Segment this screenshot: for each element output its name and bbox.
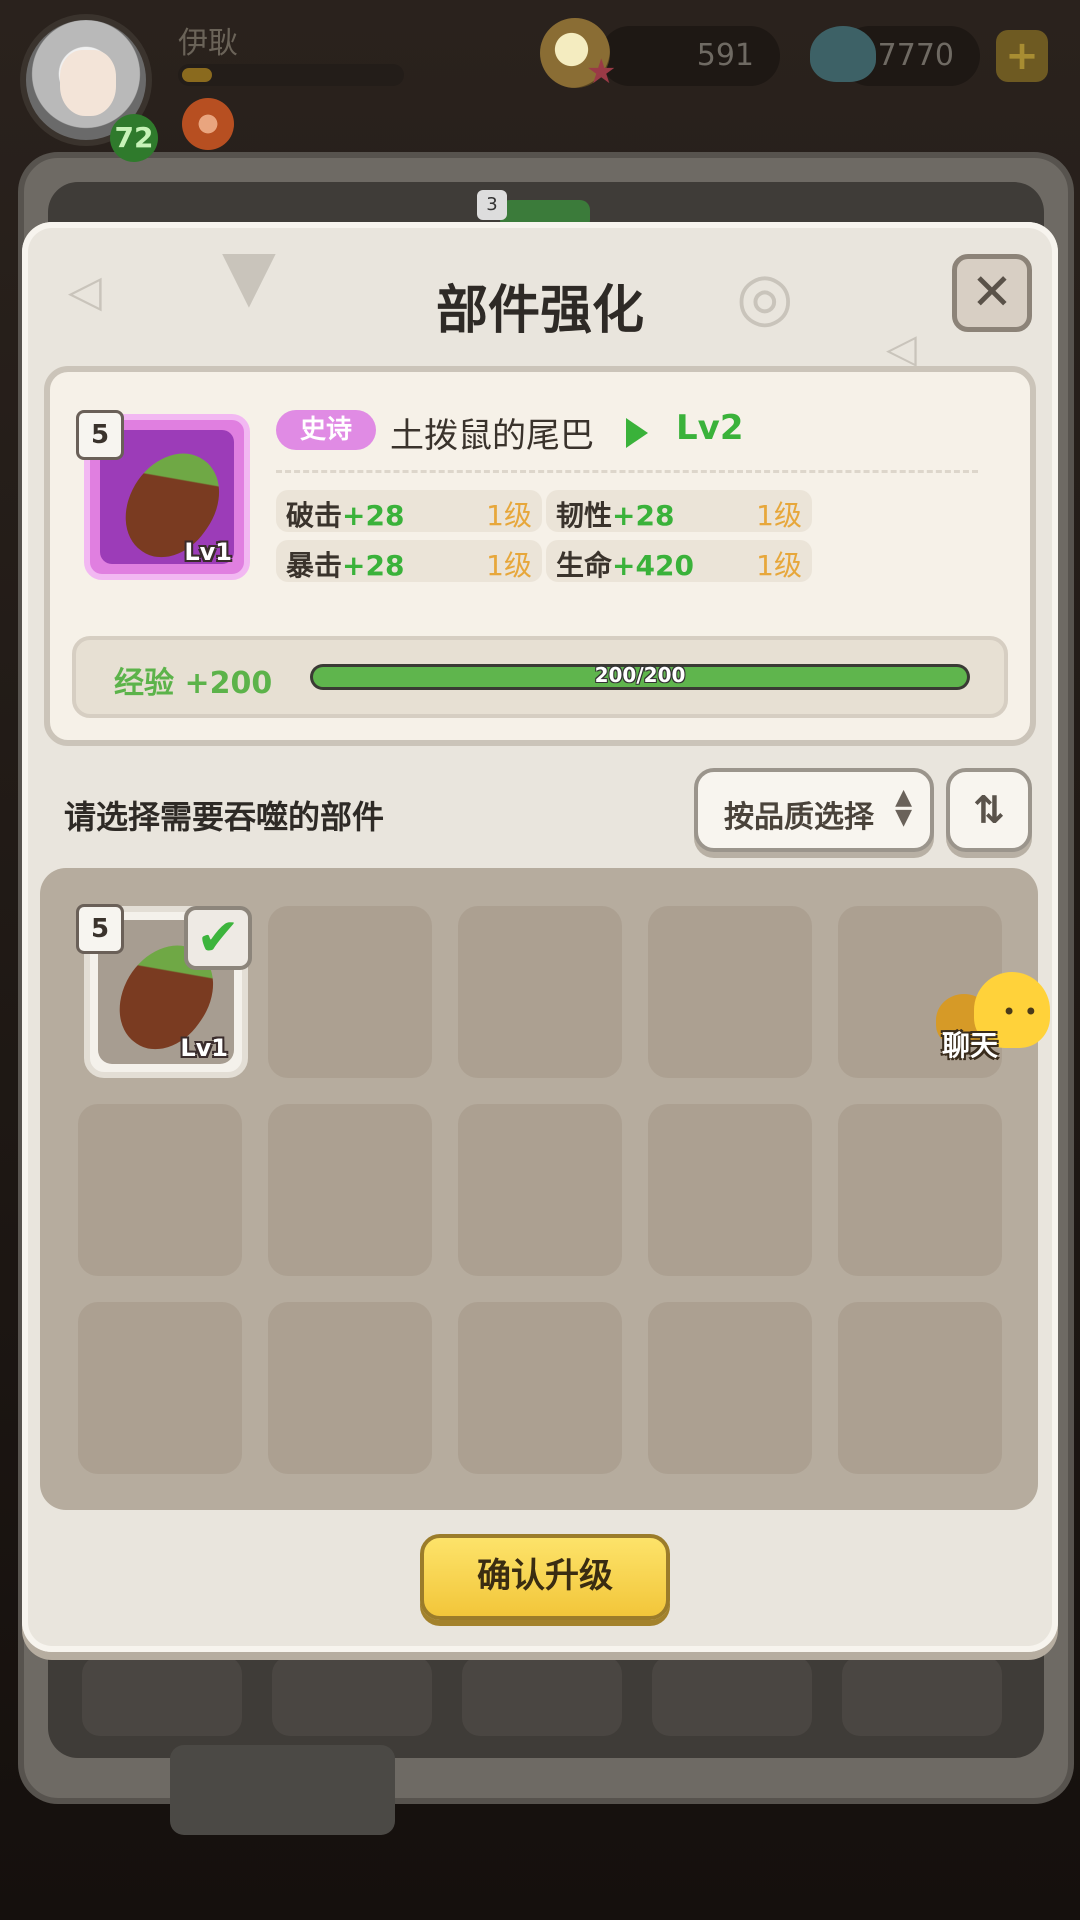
chat-label: 聊天 [942, 1029, 999, 1062]
stat-name: 破击 [286, 499, 343, 532]
item-slot-empty[interactable] [648, 906, 812, 1078]
arrow-right-icon [626, 418, 648, 448]
quality-filter-select[interactable]: 按品质选择 ▲ ▼ [694, 768, 934, 852]
item-slot-empty[interactable] [648, 1302, 812, 1474]
stat-level: 1级 [486, 499, 532, 532]
stat-level: 1级 [756, 549, 802, 582]
guild-emblem-icon[interactable] [182, 98, 234, 150]
player-name: 伊耿 [178, 26, 238, 61]
background-button [170, 1745, 395, 1835]
select-prompt: 请选择需要吞噬的部件 [64, 798, 385, 836]
avatar-face [60, 50, 116, 116]
item-slot-empty[interactable] [268, 906, 432, 1078]
item-level-tag: Lv1 [184, 538, 232, 566]
item-slot-empty[interactable] [838, 1302, 1002, 1474]
background-slot [82, 1656, 242, 1736]
background-slot [462, 1656, 622, 1736]
item-slot-empty[interactable] [458, 906, 622, 1078]
sort-icon: ⇅ [973, 788, 1005, 832]
item-slot-empty[interactable] [78, 1302, 242, 1474]
rarity-badge: 史诗 [276, 410, 376, 450]
stat-value: +420 [612, 549, 694, 582]
confirm-upgrade-button[interactable]: 确认升级 [420, 1534, 670, 1620]
background-slot [842, 1656, 1002, 1736]
slot-level-tag: Lv1 [180, 1034, 228, 1062]
player-level-badge: 72 [110, 114, 158, 162]
shell-icon [810, 26, 876, 82]
stat-value: +28 [342, 549, 405, 582]
exp-gain: +200 [184, 666, 273, 701]
exp-label-text: 经验 [114, 666, 174, 701]
stat-level: 1级 [756, 499, 802, 532]
stat-pill: 破击+28 1级 [276, 490, 542, 532]
item-slot-empty[interactable] [648, 1104, 812, 1276]
slot-count-badge: 5 [76, 904, 124, 954]
stat-pill: 生命+420 1级 [546, 540, 812, 582]
item-name: 土拨鼠的尾巴 [390, 416, 594, 456]
item-count-badge: 5 [76, 410, 124, 460]
quality-filter-label: 按品质选择 [724, 800, 874, 835]
item-slot-empty[interactable] [458, 1302, 622, 1474]
check-icon[interactable]: ✔ [184, 906, 252, 970]
divider [276, 470, 978, 473]
player-xp-bar [178, 64, 404, 86]
stat-value: +28 [342, 499, 405, 532]
sort-arrows-icon: ▲ ▼ [895, 785, 912, 830]
sort-button[interactable]: ⇅ [946, 768, 1032, 852]
close-icon: ✕ [971, 263, 1013, 321]
stat-level: 1级 [486, 549, 532, 582]
exp-progress-text: 200/200 [594, 663, 686, 687]
next-level: Lv2 [676, 408, 744, 448]
gem-count: 591 [600, 26, 780, 86]
smile-icon: • • [1002, 998, 1038, 1026]
exp-label: 经验 +200 [114, 658, 272, 702]
stat-name: 韧性 [556, 499, 613, 532]
background-slot [652, 1656, 812, 1736]
item-slot-empty[interactable] [458, 1104, 622, 1276]
stat-value: +28 [612, 499, 675, 532]
stat-pill: 韧性+28 1级 [546, 490, 812, 532]
stat-name: 生命 [556, 549, 613, 582]
modal-title: 部件强化 [435, 281, 644, 341]
stat-name: 暴击 [286, 549, 343, 582]
item-slot-empty[interactable] [268, 1302, 432, 1474]
starfish-icon: ★ [586, 52, 617, 92]
plus-icon[interactable]: + [996, 30, 1048, 82]
background-badge: 3 [477, 190, 507, 220]
item-slot-empty[interactable] [78, 1104, 242, 1276]
item-slot-empty[interactable] [268, 1104, 432, 1276]
close-button[interactable]: ✕ [952, 254, 1032, 332]
item-slot-empty[interactable] [838, 1104, 1002, 1276]
stat-pill: 暴击+28 1级 [276, 540, 542, 582]
background-slot [272, 1656, 432, 1736]
